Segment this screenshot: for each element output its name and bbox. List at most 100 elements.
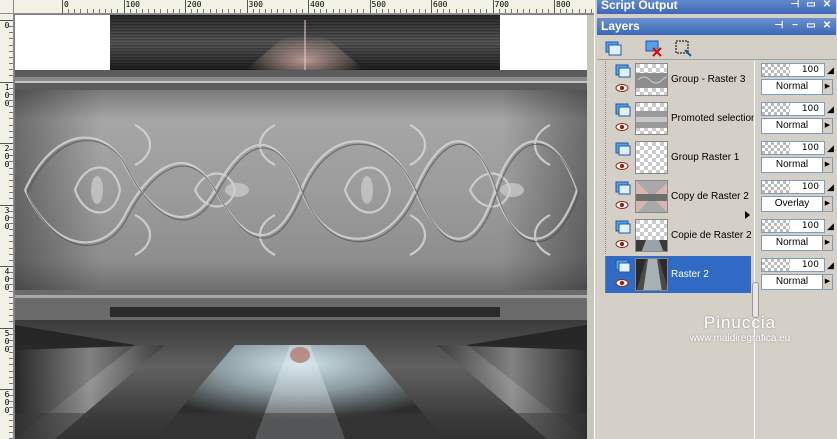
blend-mode-select[interactable]: Normal ▶: [761, 118, 833, 134]
blend-mode-select[interactable]: Normal ▶: [761, 274, 833, 290]
chevron-right-icon[interactable]: ▶: [822, 275, 832, 289]
ruler-major-tick: [185, 0, 186, 13]
layer-name: Copie de Raster 2: [671, 230, 752, 241]
ruler-minor-tick: [9, 413, 13, 415]
restore-icon[interactable]: ▭: [804, 0, 818, 12]
layer-row[interactable]: Raster 2: [605, 256, 751, 293]
layer-visibility-toggle[interactable]: [614, 100, 632, 137]
opacity-grip-icon[interactable]: ◢: [827, 260, 834, 272]
opacity-grip-icon[interactable]: ◢: [827, 104, 834, 116]
ruler-minor-tick: [9, 87, 13, 89]
ruler-minor-tick: [9, 229, 13, 231]
layer-properties: 100 ◢ Overlay ▶: [761, 178, 834, 215]
ruler-minor-tick: [9, 253, 13, 255]
ruler-minor-tick: [480, 9, 482, 13]
layer-visibility-toggle[interactable]: [614, 61, 632, 98]
ruler-minor-tick: [523, 9, 525, 13]
layer-row[interactable]: Group - Raster 3: [605, 61, 751, 98]
pin-icon[interactable]: ⊣: [772, 19, 786, 33]
ruler-minor-tick: [9, 161, 13, 163]
layer-visibility-toggle[interactable]: [614, 217, 632, 254]
opacity-slider[interactable]: 100: [761, 219, 825, 233]
ruler-minor-tick: [9, 345, 13, 347]
ruler-minor-tick: [9, 370, 13, 372]
delete-layer-icon[interactable]: [643, 38, 663, 58]
ruler-minor-tick: [9, 118, 13, 120]
splitter-arrow[interactable]: [743, 197, 752, 237]
layer-row[interactable]: Promoted selection: [605, 100, 757, 137]
ruler-minor-tick: [424, 9, 426, 13]
layer-row[interactable]: Copy de Raster 2: [605, 178, 751, 215]
layer-visibility-toggle[interactable]: [614, 139, 632, 176]
opacity-grip-icon[interactable]: ◢: [827, 221, 834, 233]
opacity-checker: [762, 181, 790, 193]
opacity-slider[interactable]: 100: [761, 102, 825, 116]
canvas-area[interactable]: 0100200300400500600700800900 01 0 02 0 0…: [0, 0, 594, 439]
opacity-grip-icon[interactable]: ◢: [827, 65, 834, 77]
opacity-grip-icon[interactable]: ◢: [827, 143, 834, 155]
layer-row[interactable]: Group Raster 1: [605, 139, 751, 176]
ruler-minor-tick: [9, 241, 13, 243]
ruler-minor-tick: [9, 419, 13, 421]
layer-visibility-toggle[interactable]: [614, 256, 632, 293]
opacity-grip-icon[interactable]: ◢: [827, 182, 834, 194]
layer-thumbnail: [635, 141, 668, 174]
ruler-minor-tick: [572, 9, 574, 13]
layer-properties: 100 ◢ Normal ▶: [761, 100, 834, 137]
chevron-right-icon[interactable]: ▶: [822, 80, 832, 94]
blend-mode-value: Normal: [775, 276, 809, 287]
restore-icon[interactable]: ▭: [804, 19, 818, 33]
layers-title: Layers: [601, 19, 640, 33]
chevron-right-icon[interactable]: ▶: [822, 119, 832, 133]
ruler-minor-tick: [148, 9, 150, 13]
script-output-titlebar[interactable]: Script Output ⊣ ▭ ✕: [597, 0, 836, 14]
ruler-minor-tick: [547, 9, 549, 13]
ruler-minor-tick: [9, 50, 13, 52]
blend-mode-select[interactable]: Normal ▶: [761, 157, 833, 173]
layer-properties: 100 ◢ Normal ▶: [761, 256, 834, 293]
tree-line: [605, 178, 613, 215]
blend-mode-select[interactable]: Overlay ▶: [761, 196, 833, 212]
opacity-slider[interactable]: 100: [761, 141, 825, 155]
ruler-minor-tick: [400, 9, 402, 13]
layer-properties-column: 100 ◢ Normal ▶ 100 ◢ Normal ▶ 100 ◢ Normal ▶ 100 ◢ Ove…: [757, 61, 836, 439]
watermark-url: www.maidiregrafica.eu: [689, 333, 791, 344]
minimize-icon[interactable]: −: [788, 19, 802, 33]
ruler-minor-tick: [9, 93, 13, 95]
ruler-minor-tick: [9, 192, 13, 194]
image-canvas[interactable]: [15, 15, 587, 439]
chevron-right-icon[interactable]: ▶: [822, 197, 832, 211]
ruler-minor-tick: [9, 130, 13, 132]
close-icon[interactable]: ✕: [820, 0, 834, 12]
ruler-minor-tick: [178, 9, 180, 13]
ruler-minor-tick: [412, 9, 414, 13]
layers-titlebar[interactable]: Layers ⊣ − ▭ ✕: [597, 18, 836, 35]
layer-row[interactable]: Copie de Raster 2: [605, 217, 752, 254]
horizontal-ruler: 0100200300400500600700800900: [14, 0, 594, 14]
pin-icon[interactable]: ⊣: [788, 0, 802, 12]
ruler-label: 700: [494, 0, 509, 9]
ruler-minor-tick: [9, 395, 13, 397]
blend-mode-select[interactable]: Normal ▶: [761, 79, 833, 95]
opacity-checker: [762, 142, 790, 154]
opacity-slider[interactable]: 100: [761, 258, 825, 272]
ruler-minor-tick: [228, 9, 230, 13]
blend-mode-select[interactable]: Normal ▶: [761, 235, 833, 251]
ruler-minor-tick: [529, 9, 531, 13]
opacity-slider[interactable]: 100: [761, 180, 825, 194]
chevron-right-icon[interactable]: ▶: [822, 158, 832, 172]
ruler-minor-tick: [9, 222, 13, 224]
ruler-label: 400: [310, 0, 325, 9]
ruler-major-tick: [369, 0, 371, 13]
layer-visibility-toggle[interactable]: [614, 178, 632, 215]
new-layer-icon[interactable]: [603, 38, 623, 58]
chevron-right-icon[interactable]: ▶: [822, 236, 832, 250]
layer-properties: 100 ◢ Normal ▶: [761, 61, 834, 98]
ruler-minor-tick: [9, 235, 13, 237]
opacity-value: 100: [801, 65, 819, 75]
ruler-minor-tick: [461, 9, 463, 13]
layer-selection-icon[interactable]: [673, 38, 693, 58]
opacity-slider[interactable]: 100: [761, 63, 825, 77]
opacity-value: 100: [801, 221, 819, 231]
close-icon[interactable]: ✕: [820, 19, 834, 33]
